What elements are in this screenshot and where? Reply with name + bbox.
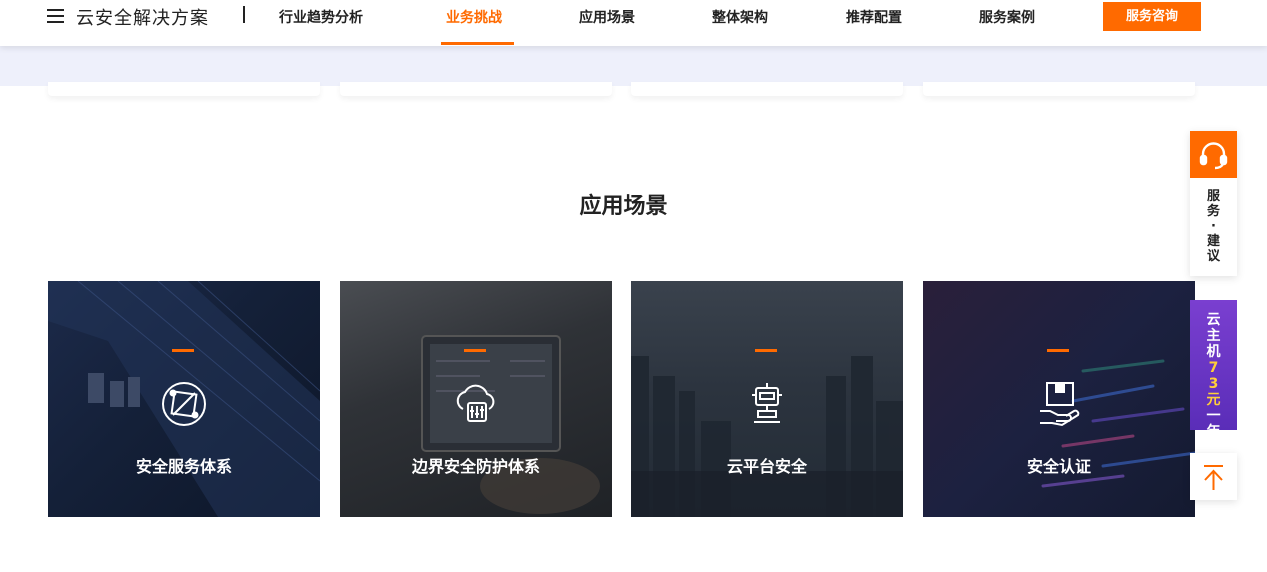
promo-price: 73元 [1206, 360, 1221, 408]
card-label: 安全服务体系 [135, 457, 232, 476]
scenario-card-cloud-platform[interactable]: 云平台安全 [631, 281, 903, 517]
hand-box-icon [1034, 379, 1084, 429]
card-accent-bar [464, 349, 486, 352]
promo-pre: 云主机 [1206, 312, 1221, 360]
nav-architecture[interactable]: 整体架构 [712, 7, 768, 27]
float-promo-cloud-host[interactable]: 云主机 73元 一年 [1190, 300, 1237, 440]
card-accent-bar [172, 349, 194, 352]
promo-post: 一年 [1206, 408, 1221, 440]
top-navbar: 云安全解决方案 行业趋势分析 业务挑战 应用场景 整体架构 推荐配置 服务案例 … [0, 0, 1267, 46]
strip-card [340, 82, 612, 96]
nav-business-challenges[interactable]: 业务挑战 [446, 7, 502, 27]
robot-terminal-icon [742, 379, 792, 429]
scenario-card-security-service[interactable]: 安全服务体系 [48, 281, 320, 517]
card-label: 边界安全防护体系 [411, 457, 540, 476]
cloud-firewall-icon [451, 379, 501, 429]
headset-icon [1190, 131, 1237, 178]
brand-title[interactable]: 云安全解决方案 [76, 4, 209, 30]
strip-card [48, 82, 320, 96]
back-to-top-button[interactable] [1190, 453, 1237, 500]
strip-card [631, 82, 903, 96]
float-service-label: 服务 · 建议 [1206, 189, 1220, 264]
nav-service-cases[interactable]: 服务案例 [979, 7, 1035, 27]
scenario-card-perimeter-defense[interactable]: 边界安全防护体系 [340, 281, 612, 517]
float-service-feedback[interactable]: 服务 · 建议 [1190, 131, 1237, 276]
nav-scenarios[interactable]: 应用场景 [579, 7, 635, 27]
target-scope-icon [159, 379, 209, 429]
card-label: 安全认证 [1026, 457, 1091, 476]
arrow-up-icon [1190, 465, 1237, 504]
card-label: 云平台安全 [726, 457, 807, 476]
card-accent-bar [755, 349, 777, 352]
nav-industry-trends[interactable]: 行业趋势分析 [279, 7, 363, 27]
active-nav-underline [441, 42, 514, 45]
float-promo-label: 云主机 73元 一年 [1190, 312, 1237, 440]
consult-button[interactable]: 服务咨询 [1103, 2, 1201, 31]
scenario-card-security-certification[interactable]: 安全认证 [923, 281, 1195, 517]
section-title: 应用场景 [579, 194, 668, 219]
nav-recommended-config[interactable]: 推荐配置 [846, 7, 902, 27]
card-accent-bar [1047, 349, 1069, 352]
previous-section-strip [0, 46, 1267, 96]
menu-icon[interactable] [47, 7, 67, 25]
strip-card [923, 82, 1195, 96]
brand-divider [243, 6, 245, 23]
